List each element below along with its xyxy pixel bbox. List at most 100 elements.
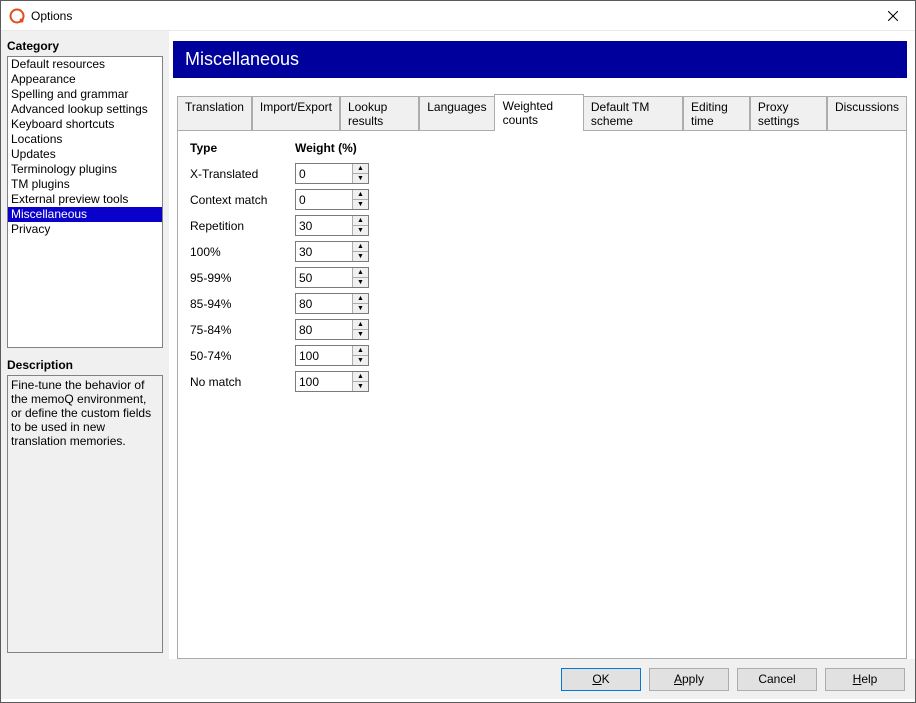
category-label: Category <box>7 39 163 53</box>
tab[interactable]: Editing time <box>683 96 750 131</box>
apply-button[interactable]: Apply <box>649 668 729 691</box>
spinner-buttons: ▲▼ <box>352 242 368 261</box>
weight-rows: X-Translated▲▼Context match▲▼Repetition▲… <box>190 163 894 392</box>
weight-label: 95-99% <box>190 271 295 285</box>
weight-input[interactable] <box>296 320 352 339</box>
weight-row: 75-84% ▲▼ <box>190 319 894 340</box>
tab[interactable]: Weighted counts <box>494 94 584 131</box>
weight-spinner[interactable]: ▲▼ <box>295 293 369 314</box>
footer: OK Apply Cancel Help <box>1 659 915 699</box>
title-bar: Options <box>1 1 915 31</box>
category-item[interactable]: Advanced lookup settings <box>8 102 162 117</box>
weight-spinner[interactable]: ▲▼ <box>295 319 369 340</box>
spin-down-icon[interactable]: ▼ <box>353 226 368 235</box>
weight-label: 50-74% <box>190 349 295 363</box>
weight-row: Repetition ▲▼ <box>190 215 894 236</box>
weight-row: 95-99% ▲▼ <box>190 267 894 288</box>
spin-up-icon[interactable]: ▲ <box>353 268 368 278</box>
weight-label: Repetition <box>190 219 295 233</box>
header-weight: Weight (%) <box>295 141 375 155</box>
ok-button[interactable]: OK <box>561 668 641 691</box>
spinner-buttons: ▲▼ <box>352 216 368 235</box>
weight-label: 75-84% <box>190 323 295 337</box>
tab[interactable]: Lookup results <box>340 96 419 131</box>
weight-spinner[interactable]: ▲▼ <box>295 241 369 262</box>
main-area: Category Default resourcesAppearanceSpel… <box>1 31 915 659</box>
spin-up-icon[interactable]: ▲ <box>353 346 368 356</box>
app-icon <box>9 8 25 24</box>
right-panel: Miscellaneous TranslationImport/ExportLo… <box>169 31 915 659</box>
weight-input[interactable] <box>296 190 352 209</box>
window-title: Options <box>31 9 72 23</box>
category-item[interactable]: External preview tools <box>8 192 162 207</box>
close-icon <box>888 11 898 21</box>
spin-down-icon[interactable]: ▼ <box>353 200 368 209</box>
category-item[interactable]: Privacy <box>8 222 162 237</box>
spinner-buttons: ▲▼ <box>352 346 368 365</box>
category-item[interactable]: Miscellaneous <box>8 207 162 222</box>
tab[interactable]: Import/Export <box>252 96 340 131</box>
spin-down-icon[interactable]: ▼ <box>353 356 368 365</box>
spin-up-icon[interactable]: ▲ <box>353 216 368 226</box>
category-item[interactable]: Spelling and grammar <box>8 87 162 102</box>
spin-down-icon[interactable]: ▼ <box>353 304 368 313</box>
left-panel: Category Default resourcesAppearanceSpel… <box>1 31 169 659</box>
category-item[interactable]: Updates <box>8 147 162 162</box>
weight-spinner[interactable]: ▲▼ <box>295 371 369 392</box>
category-item[interactable]: Default resources <box>8 57 162 72</box>
category-item[interactable]: Locations <box>8 132 162 147</box>
weight-spinner[interactable]: ▲▼ <box>295 215 369 236</box>
weight-row: 50-74% ▲▼ <box>190 345 894 366</box>
spinner-buttons: ▲▼ <box>352 190 368 209</box>
category-item[interactable]: Keyboard shortcuts <box>8 117 162 132</box>
weight-spinner[interactable]: ▲▼ <box>295 189 369 210</box>
category-item[interactable]: Appearance <box>8 72 162 87</box>
tab[interactable]: Discussions <box>827 96 907 131</box>
tab[interactable]: Default TM scheme <box>583 96 683 131</box>
spin-up-icon[interactable]: ▲ <box>353 294 368 304</box>
spin-up-icon[interactable]: ▲ <box>353 164 368 174</box>
weight-label: No match <box>190 375 295 389</box>
spin-up-icon[interactable]: ▲ <box>353 372 368 382</box>
weight-label: 85-94% <box>190 297 295 311</box>
spin-up-icon[interactable]: ▲ <box>353 242 368 252</box>
weight-input[interactable] <box>296 242 352 261</box>
spin-down-icon[interactable]: ▼ <box>353 330 368 339</box>
category-item[interactable]: Terminology plugins <box>8 162 162 177</box>
spin-down-icon[interactable]: ▼ <box>353 278 368 287</box>
help-button[interactable]: Help <box>825 668 905 691</box>
weight-row: X-Translated▲▼ <box>190 163 894 184</box>
weight-row: Context match ▲▼ <box>190 189 894 210</box>
category-list[interactable]: Default resourcesAppearanceSpelling and … <box>7 56 163 348</box>
spinner-buttons: ▲▼ <box>352 372 368 391</box>
category-item[interactable]: TM plugins <box>8 177 162 192</box>
spin-down-icon[interactable]: ▼ <box>353 382 368 391</box>
spin-down-icon[interactable]: ▼ <box>353 252 368 261</box>
close-button[interactable] <box>871 1 915 31</box>
weight-input[interactable] <box>296 294 352 313</box>
spinner-buttons: ▲▼ <box>352 268 368 287</box>
weight-input[interactable] <box>296 372 352 391</box>
spin-up-icon[interactable]: ▲ <box>353 320 368 330</box>
description-box: Fine-tune the behavior of the memoQ envi… <box>7 375 163 653</box>
tab-content: Type Weight (%) X-Translated▲▼ Context ma… <box>177 130 907 659</box>
weight-spinner[interactable]: ▲▼ <box>295 163 369 184</box>
spin-up-icon[interactable]: ▲ <box>353 190 368 200</box>
tab[interactable]: Translation <box>177 96 252 131</box>
tab[interactable]: Languages <box>419 96 494 131</box>
weight-label: 100% <box>190 245 295 259</box>
weight-row: 85-94%▲▼ <box>190 293 894 314</box>
weight-input[interactable] <box>296 216 352 235</box>
cancel-button[interactable]: Cancel <box>737 668 817 691</box>
tab[interactable]: Proxy settings <box>750 96 827 131</box>
weight-input[interactable] <box>296 346 352 365</box>
spinner-buttons: ▲▼ <box>352 320 368 339</box>
weight-label: Context match <box>190 193 295 207</box>
weight-spinner[interactable]: ▲▼ <box>295 267 369 288</box>
spin-down-icon[interactable]: ▼ <box>353 174 368 183</box>
weight-header-row: Type Weight (%) <box>190 141 894 155</box>
weight-input[interactable] <box>296 268 352 287</box>
weight-spinner[interactable]: ▲▼ <box>295 345 369 366</box>
weight-row: 100% ▲▼ <box>190 241 894 262</box>
weight-input[interactable] <box>296 164 352 183</box>
